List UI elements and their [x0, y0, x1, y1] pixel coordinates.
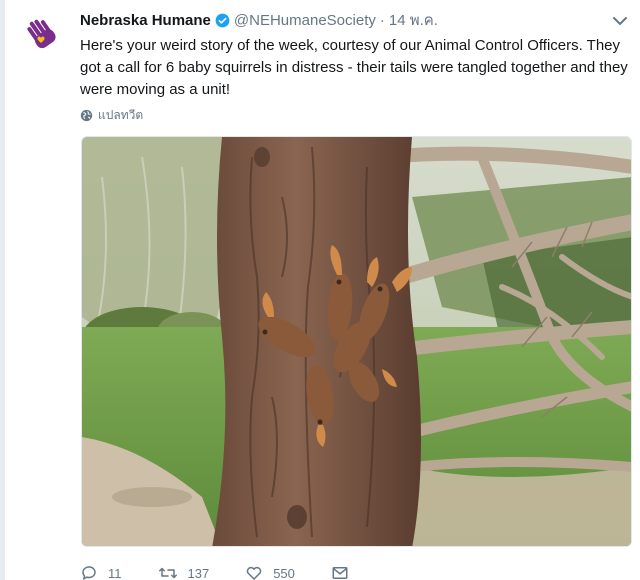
globe-icon: [80, 109, 93, 122]
like-count: 550: [273, 565, 295, 580]
timestamp[interactable]: 14 พ.ค.: [389, 8, 438, 32]
display-name[interactable]: Nebraska Humane: [80, 12, 211, 29]
retweet-count: 137: [187, 565, 210, 580]
like-button[interactable]: 550: [245, 564, 295, 580]
tweet-header: Nebraska Humane @NEHumaneSociety · 14 พ.…: [80, 10, 438, 30]
direct-message-button[interactable]: [331, 564, 359, 580]
tweet-text: Here's your weird story of the week, cou…: [80, 37, 628, 98]
timeline-rail: [0, 0, 5, 580]
reply-button[interactable]: 11: [80, 564, 122, 580]
retweet-icon: [158, 567, 177, 579]
envelope-icon: [332, 567, 348, 579]
handle[interactable]: @NEHumaneSociety: [234, 12, 376, 29]
translate-tweet-link[interactable]: แปลทวีต: [80, 106, 143, 125]
retweet-button[interactable]: 137: [158, 564, 210, 580]
reply-count: 11: [108, 565, 122, 580]
squirrels-on-tree-photo: [82, 137, 631, 546]
reply-icon: [82, 566, 96, 580]
purple-hand-heart-logo-icon: [24, 14, 64, 54]
separator: ·: [379, 11, 385, 29]
tweet-actions: 11 137 550: [80, 563, 395, 580]
verified-badge-icon: [215, 13, 230, 28]
chevron-down-icon[interactable]: [612, 14, 628, 26]
avatar[interactable]: [24, 14, 64, 54]
tweet-photo[interactable]: [81, 136, 632, 547]
translate-label: แปลทวีต: [98, 108, 144, 122]
heart-icon: [246, 566, 262, 580]
